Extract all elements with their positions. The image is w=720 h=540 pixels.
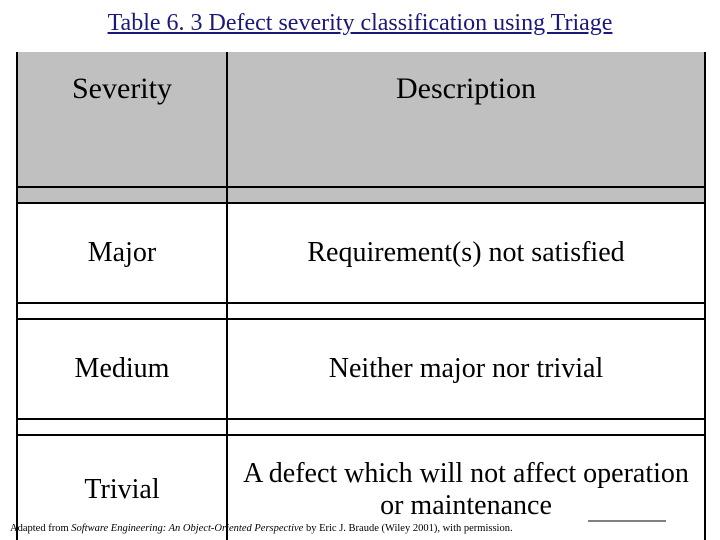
attribution-suffix: by Eric J. Braude (Wiley 2001), with per… [303, 523, 512, 534]
spacer-cell [227, 303, 705, 319]
table-header-row: Severity Description [17, 52, 705, 187]
spacer-cell [17, 419, 227, 435]
cell-description: Requirement(s) not satisfied [227, 203, 705, 303]
spacer-cell [17, 187, 227, 203]
cell-severity: Medium [17, 319, 227, 419]
cell-description: Neither major nor trivial [227, 319, 705, 419]
table-spacer [17, 419, 705, 435]
table-spacer [17, 303, 705, 319]
table-spacer [17, 187, 705, 203]
spacer-cell [227, 419, 705, 435]
cell-severity: Major [17, 203, 227, 303]
header-severity: Severity [17, 52, 227, 187]
header-description: Description [227, 52, 705, 187]
attribution-prefix: Adapted from [10, 523, 71, 534]
spacer-cell [17, 303, 227, 319]
slide: Table 6. 3 Defect severity classificatio… [0, 0, 720, 540]
severity-table: Severity Description Major Requirement(s… [16, 52, 706, 540]
attribution-book: Software Engineering: An Object-Oriented… [71, 523, 303, 534]
spacer-cell [227, 187, 705, 203]
table-row: Medium Neither major nor trivial [17, 319, 705, 419]
attribution-text: Adapted from Software Engineering: An Ob… [10, 523, 513, 534]
footer-rule [588, 520, 666, 522]
table-row: Major Requirement(s) not satisfied [17, 203, 705, 303]
slide-title: Table 6. 3 Defect severity classificatio… [0, 10, 720, 37]
